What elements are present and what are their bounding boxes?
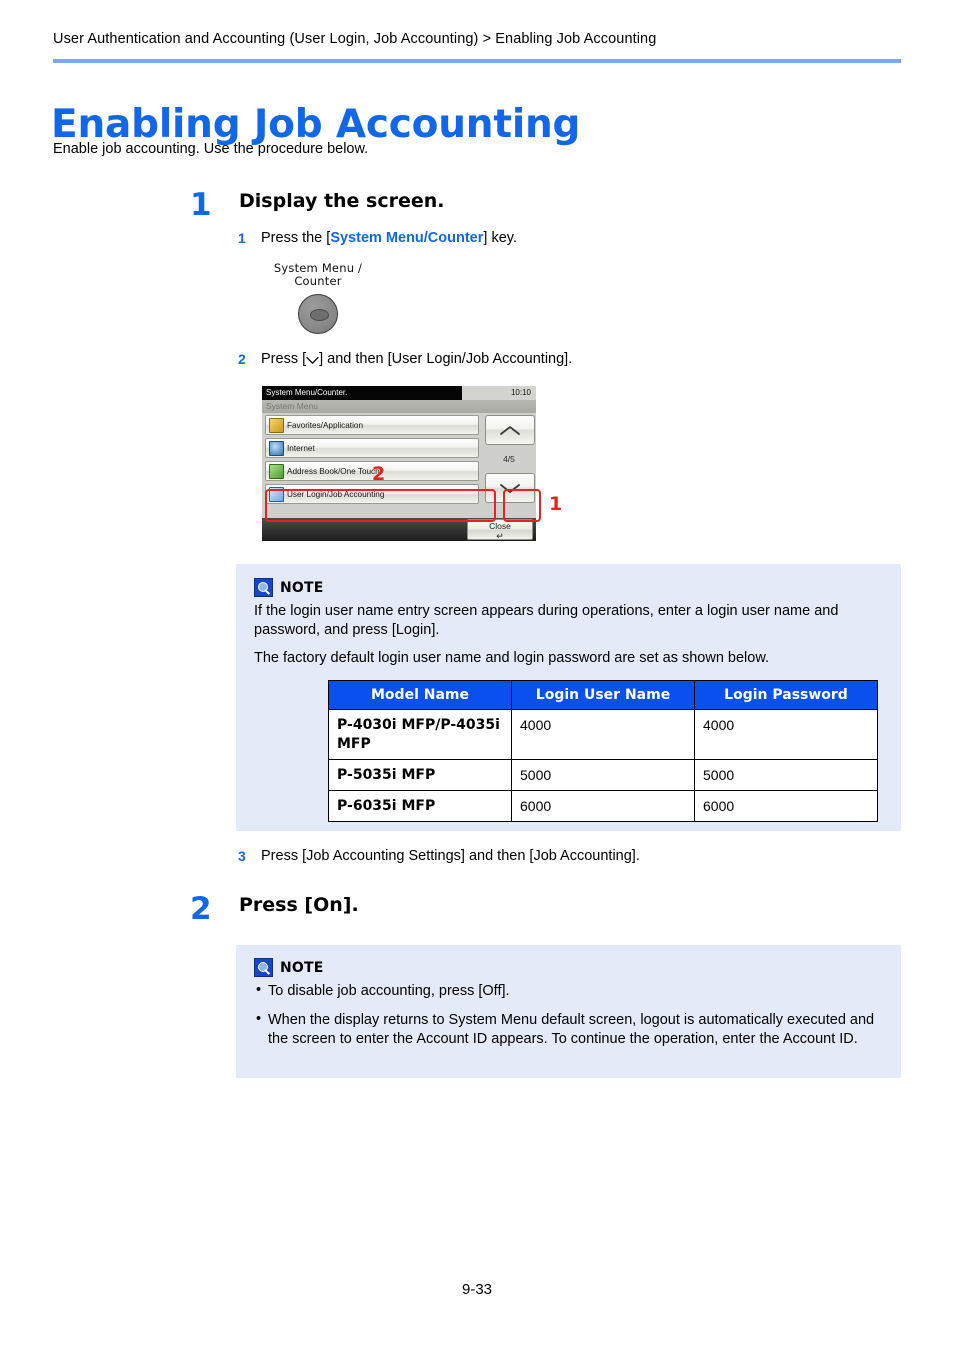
substep-1-2-text-before: Press [ [261,351,307,367]
panel-item-label: Address Book/One Touch [287,466,380,476]
note-title: NOTE [280,959,324,976]
note-icon [254,958,273,977]
table-cell-model: P-6035i MFP [328,789,512,823]
panel-status-message: System Menu/Counter. [262,386,462,400]
table-cell-user: 5000 [511,758,695,791]
note-icon [254,578,273,597]
panel-scroll-controls: 4/5 [485,415,535,503]
table-cell-password: 5000 [694,758,878,791]
note-paragraph-1: If the login user name entry screen appe… [254,603,839,639]
panel-item-user-login-job-accounting[interactable]: User Login/Job Accounting [265,484,479,504]
note-paragraph-2: The factory default login user name and … [254,650,770,667]
scroll-up-button[interactable] [485,415,535,445]
default-credentials-table: Model Name Login User Name Login Passwor… [328,680,878,823]
breadcrumb: User Authentication and Accounting (User… [53,31,657,47]
note-bullet-item: To disable job accounting, press [Off]. [254,981,885,1001]
intro-text: Enable job accounting. Use the procedure… [53,141,369,157]
substep-1-1-text-after: ] key. [483,230,517,246]
return-icon: ↵ [496,531,504,541]
table-cell-password: 6000 [694,789,878,823]
panel-status-bar: System Menu/Counter. 10:10 [262,386,536,400]
substep-1-2-text: Press [ ] and then [User Login/Job Accoun… [261,351,572,367]
page-number: 9-33 [461,1281,493,1298]
table-header-login-password: Login Password [694,680,878,711]
internet-icon [269,440,284,456]
step-1-number: 1 [190,187,212,223]
chevron-down-icon [500,483,520,493]
table-cell-user: 6000 [511,789,695,823]
system-menu-counter-key-figure: System Menu / Counter [258,261,378,340]
table-cell-password: 4000 [694,709,878,760]
panel-item-label: Internet [287,443,315,453]
table-row: P-6035i MFP 6000 6000 [328,789,878,823]
note-header: NOTE [254,958,885,977]
substep-1-3-number: 3 [238,848,246,864]
table-cell-model: P-4030i MFP/P-4035i MFP [328,709,512,760]
table-header-row: Model Name Login User Name Login Passwor… [328,680,878,711]
table-row: P-5035i MFP 5000 5000 [328,758,878,791]
note-bullet-list: To disable job accounting, press [Off]. … [254,981,885,1049]
chevron-down-icon [306,356,319,365]
hardware-key-label-line1: System Menu / [273,261,363,275]
scroll-down-button[interactable] [485,473,535,503]
magnifier-handle [263,589,270,595]
table-header-model-name: Model Name [328,680,512,711]
hardware-key-button [298,294,338,335]
callout-number-2: 2 [372,463,386,485]
chevron-up-icon [500,425,520,435]
panel-page-indicator: 4/5 [503,454,515,464]
substep-1-2-number: 2 [238,351,246,367]
note-bullet-item: When the display returns to System Menu … [254,1010,885,1049]
panel-item-label: Favorites/Application [287,420,363,430]
note-box-disable-job-accounting: NOTE To disable job accounting, press [O… [236,945,901,1078]
system-menu-counter-key-label: System Menu/Counter [330,230,484,246]
panel-clock: 10:10 [510,388,531,397]
callout-number-1: 1 [549,493,563,515]
step-2-title: Press [On]. [239,894,359,916]
panel-item-favorites-application[interactable]: Favorites/Application [265,415,479,435]
favorites-icon [269,417,284,433]
panel-item-internet[interactable]: Internet [265,438,479,458]
magnifier-handle [263,969,270,975]
table-row: P-4030i MFP/P-4035i MFP 4000 4000 [328,709,878,760]
hardware-key-label: System Menu / Counter [258,261,378,289]
panel-menu-list: Favorites/Application Internet Address B… [265,415,479,507]
hardware-key-label-line2: Counter [294,274,342,289]
step-2-number: 2 [190,891,212,927]
note-box-login-defaults: NOTE If the login user name entry screen… [236,564,901,831]
panel-screen-title: System Menu [262,400,536,413]
substep-1-1-number: 1 [238,230,246,246]
table-cell-model: P-5035i MFP [328,758,512,791]
substep-1-1-text-before: Press the [ [261,230,331,246]
substep-1-2-text-after: ] and then [User Login/Job Accounting]. [319,351,573,367]
note-header: NOTE [254,578,885,597]
panel-close-button[interactable]: Close ↵ [467,519,533,541]
document-page: User Authentication and Accounting (User… [0,0,954,1350]
substep-1-3-text: Press [Job Accounting Settings] and then… [261,848,640,864]
note-title: NOTE [280,579,324,596]
table-cell-user: 4000 [511,709,695,760]
user-login-icon [269,486,284,502]
address-book-icon [269,463,284,479]
step-1-title: Display the screen. [239,190,445,212]
panel-item-label: User Login/Job Accounting [287,489,385,499]
substep-1-1-text: Press the [System Menu/Counter] key. [261,230,517,246]
table-header-login-user-name: Login User Name [511,680,695,711]
operation-panel-screenshot: System Menu/Counter. 10:10 System Menu F… [262,386,536,541]
header-divider [53,59,901,63]
panel-close-label: Close [489,521,511,531]
